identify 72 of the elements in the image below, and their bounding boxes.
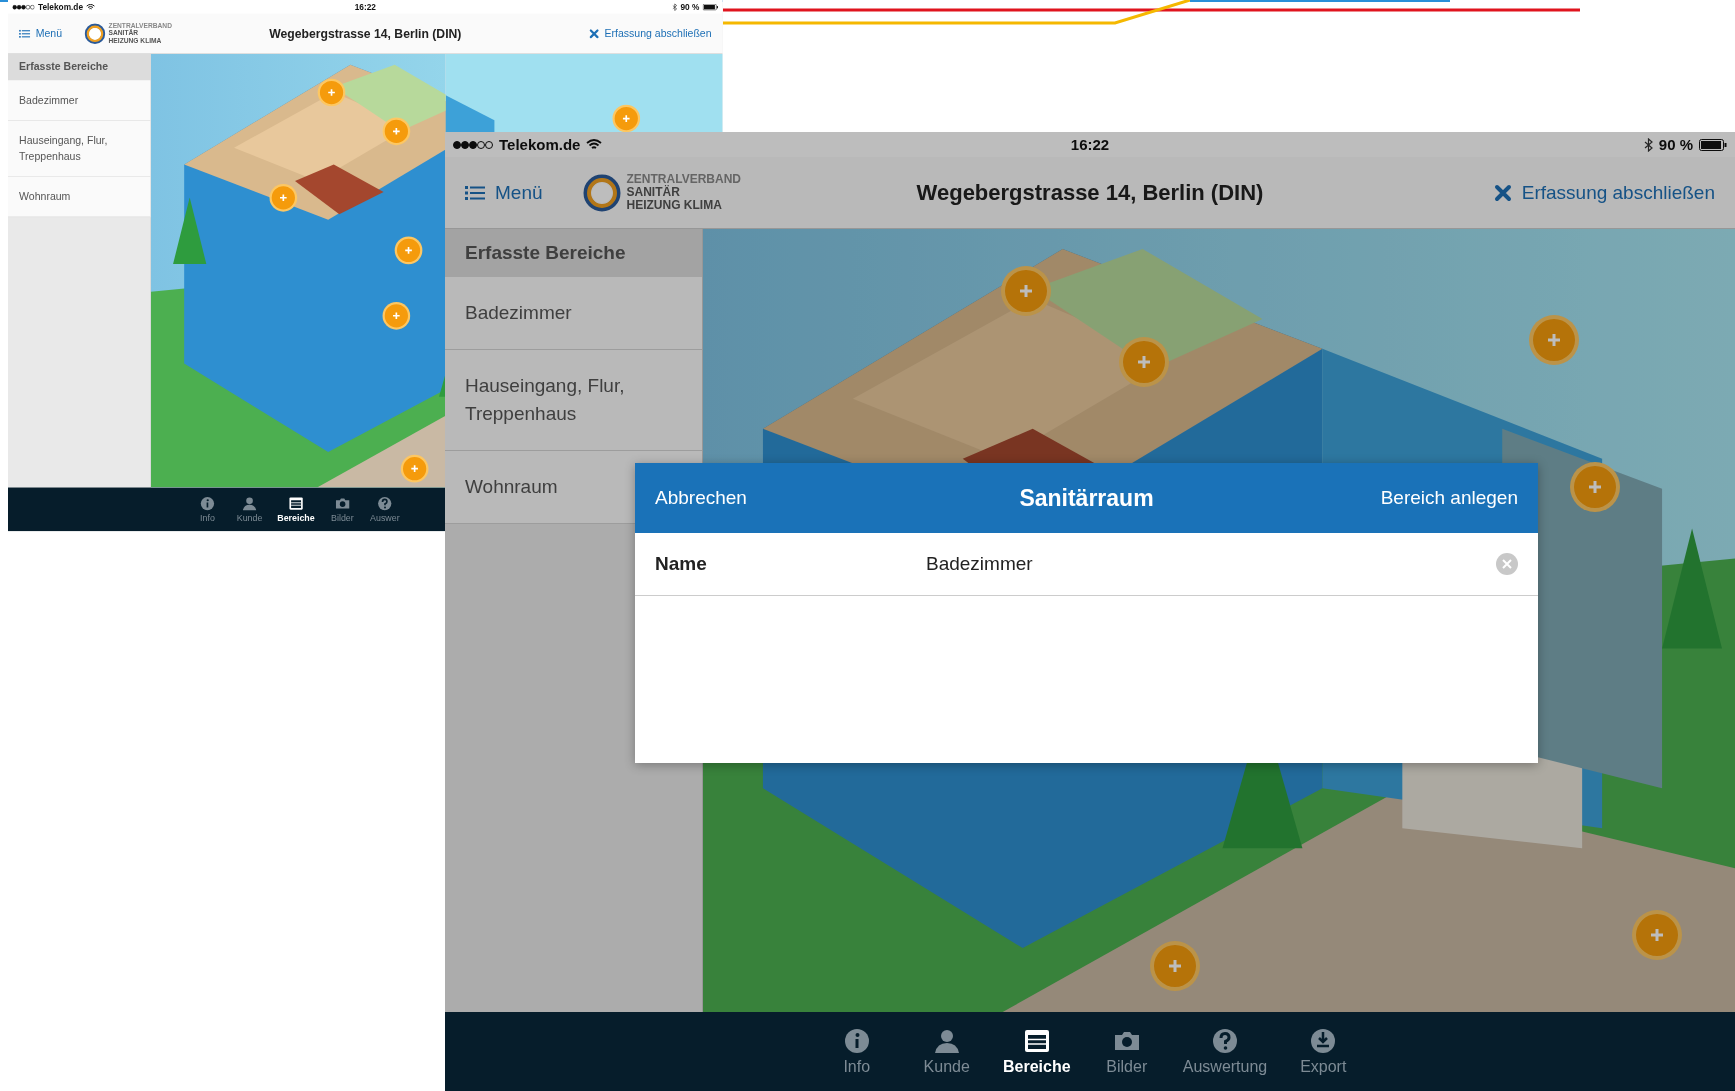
carrier-name: Telekom.de [499,136,581,153]
tab[interactable]: Bereiche [998,1020,1075,1083]
info-icon [842,1027,871,1055]
plus-icon [1546,332,1562,348]
tab[interactable]: Info [190,492,225,527]
plus-icon [621,114,631,123]
close-icon [1493,183,1512,202]
person-icon [241,495,258,512]
dialog-title: Sanitärraum [1019,484,1154,512]
tab[interactable]: Kunde [232,492,267,527]
plus-icon [404,246,413,255]
person-icon [932,1027,961,1055]
sidebar-item[interactable]: Badezimmer [8,80,151,121]
carrier-name: Telekom.de [37,2,83,12]
sidebar-item[interactable]: Hauseingang, Flur, Treppenhaus [445,350,702,451]
help-icon [1211,1027,1239,1055]
logo-text: HEIZUNG KLIMA [626,199,723,212]
menu-icon [465,184,485,201]
plus-icon [1649,927,1665,943]
close-icon [589,28,599,39]
field-label: Name [655,553,708,575]
plus-icon [410,464,420,474]
bluetooth-icon [1643,137,1653,152]
plus-icon [391,311,401,321]
plus-icon [1587,479,1603,495]
tab[interactable]: Bilder [1088,1020,1165,1083]
plus-icon [1136,354,1152,370]
logo-text: SANITÄR [626,186,681,199]
menu-button[interactable]: Menü [19,27,63,40]
battery-percent: 90 % [680,2,700,12]
plus-icon [327,88,336,97]
clear-icon [1496,553,1518,575]
page-title: Wegebergstrasse 14, Berlin (DIN) [269,26,462,41]
export-icon [1309,1027,1338,1055]
finish-button[interactable]: Erfassung abschließen [1493,181,1715,204]
name-field[interactable]: Badezimmer [926,553,1496,575]
tab[interactable]: Export [1285,1020,1362,1083]
menu-icon [19,29,31,38]
tab[interactable]: Auswertung [1178,1020,1272,1083]
clock-time: 16:22 [1070,136,1110,153]
help-icon [377,495,393,512]
tab[interactable]: Info [818,1020,895,1083]
signal-icon [453,139,493,150]
sidebar-item[interactable]: Hauseingang, Flur, Treppenhaus [8,120,151,177]
sidebar-heading: Erfasste Bereiche [8,53,151,81]
finish-button[interactable]: Erfassung abschließen [589,27,712,40]
tab[interactable]: Kunde [908,1020,985,1083]
sidebar-item[interactable]: Wohnraum [8,176,151,218]
list-icon [1022,1027,1051,1055]
plus-icon [278,193,288,203]
info-icon [199,495,216,512]
battery-icon [702,3,719,11]
clock-time: 16:22 [354,2,376,12]
sidebar-heading: Erfasste Bereiche [445,229,702,277]
tab[interactable]: Bereiche [275,492,317,527]
tab[interactable]: Bilder [325,492,359,527]
list-icon [288,495,304,512]
ring-logo-icon [84,23,106,45]
wifi-icon [586,138,603,151]
logo-text: ZENTRALVERBAND [626,173,741,186]
ring-logo-icon [582,173,621,212]
create-area-button[interactable]: Bereich anlegen [1380,487,1518,509]
menu-button[interactable]: Menü [465,181,543,204]
plus-icon [1018,283,1034,299]
plus-icon [1167,958,1183,974]
page-title: Wegebergstrasse 14, Berlin (DIN) [916,179,1264,206]
battery-icon [1699,138,1727,151]
sidebar-item[interactable]: Badezimmer [445,277,702,350]
clear-button[interactable] [1496,553,1518,575]
tab[interactable]: Auswer [367,492,402,527]
plus-icon [391,126,401,136]
battery-percent: 90 % [1658,136,1693,153]
